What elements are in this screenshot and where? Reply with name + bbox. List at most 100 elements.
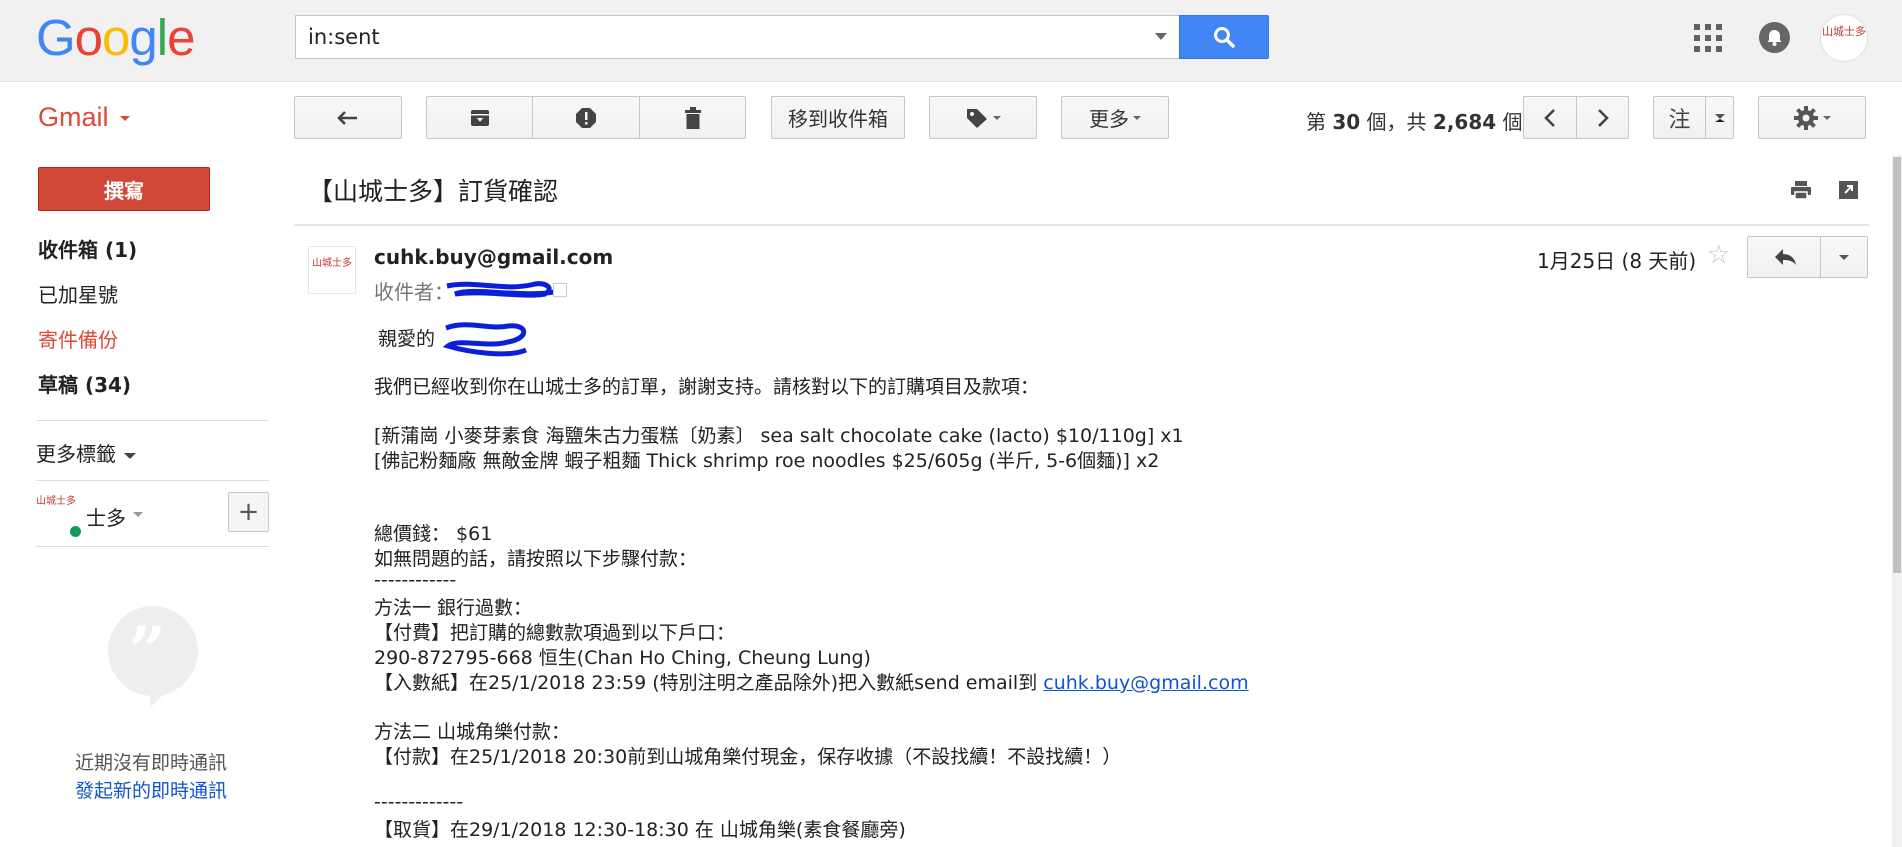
new-window-icon[interactable] bbox=[1838, 180, 1860, 200]
report-spam-icon bbox=[576, 107, 596, 128]
reply-button[interactable] bbox=[1747, 236, 1821, 278]
quote-mark-icon: ” bbox=[128, 612, 166, 690]
settings-gear-icon bbox=[1794, 105, 1818, 130]
logo-letter: g bbox=[129, 9, 157, 66]
pickup-line: 【取貨】在29/1/2018 12:30-18:30 在 山城角樂(素食餐廳旁) bbox=[374, 819, 906, 841]
hangouts-status-caret-icon[interactable] bbox=[133, 512, 143, 517]
redacted-name-scribble bbox=[442, 322, 528, 357]
labels-caret-icon bbox=[993, 115, 1001, 120]
newer-button[interactable] bbox=[1524, 97, 1576, 138]
sender-email[interactable]: cuhk.buy@gmail.com bbox=[374, 245, 613, 269]
counter-prefix: 第 bbox=[1306, 110, 1333, 134]
delete-button[interactable] bbox=[640, 97, 745, 138]
order-item-line: [佛記粉麵廠 無敵金牌 蝦子粗麵 Thick shrimp roe noodle… bbox=[374, 450, 1160, 472]
input-tools-dropdown[interactable] bbox=[1706, 97, 1734, 138]
more-labels-toggle[interactable]: 更多標籤 bbox=[36, 438, 136, 467]
move-to-inbox-button[interactable]: 移到收件箱 bbox=[771, 96, 905, 139]
recipient-line: 收件者： bbox=[374, 276, 454, 305]
input-tools-button[interactable]: 注 bbox=[1654, 97, 1705, 138]
message-counter: 第 30 個，共 2,684 個 bbox=[1306, 106, 1523, 135]
recipient-label: 收件者： bbox=[374, 280, 454, 304]
payment-intro-line: 如無問題的話，請按照以下步驟付款： bbox=[374, 548, 698, 570]
message-date: 1月25日 (8 天前) bbox=[1537, 249, 1697, 273]
separator-line: ------------ bbox=[374, 569, 457, 591]
chevron-right-icon bbox=[1598, 108, 1609, 127]
method-one-title: 方法一 銀行過數： bbox=[374, 597, 533, 619]
sender-avatar-text: 山城士多 bbox=[312, 258, 352, 269]
star-icon[interactable]: ☆ bbox=[1707, 240, 1730, 270]
deposit-slip-text: 【入數紙】在25/1/2018 23:59 (特別注明之產品除外)把入數紙sen… bbox=[374, 672, 1044, 694]
settings-caret-icon bbox=[1823, 115, 1831, 120]
no-recent-chats-text: 近期沒有即時通訊 bbox=[75, 752, 228, 774]
top-header: Google 山城士多 bbox=[0, 0, 1902, 82]
greeting-text: 親愛的 bbox=[378, 328, 436, 350]
sender-avatar: 山城士多 bbox=[308, 246, 356, 294]
compose-button[interactable]: 撰寫 bbox=[38, 167, 210, 211]
print-icon[interactable] bbox=[1790, 180, 1812, 200]
method-one-step: 【付費】把訂購的總數款項過到以下戶口： bbox=[374, 622, 736, 644]
gmail-caret-icon[interactable] bbox=[120, 116, 130, 121]
sidebar-divider bbox=[36, 546, 269, 547]
archive-button[interactable] bbox=[427, 97, 532, 138]
counter-suffix: 個 bbox=[1496, 110, 1523, 134]
subject-divider bbox=[294, 224, 1869, 226]
notifications-icon[interactable] bbox=[1759, 22, 1790, 53]
more-labels-label: 更多標籤 bbox=[36, 442, 116, 466]
back-button[interactable] bbox=[294, 96, 402, 139]
sidebar-divider bbox=[36, 420, 269, 421]
total-line: 總價錢： $61 bbox=[374, 523, 493, 545]
delete-icon bbox=[684, 106, 701, 129]
start-new-chat-link[interactable]: 發起新的即時通訊 bbox=[75, 776, 227, 803]
counter-total: 2,684 bbox=[1432, 110, 1497, 134]
google-logo[interactable]: Google bbox=[36, 9, 196, 66]
apps-grid-icon[interactable] bbox=[1694, 24, 1722, 52]
reply-more-options[interactable] bbox=[1821, 236, 1868, 278]
search-button[interactable] bbox=[1179, 15, 1269, 59]
report-spam-button[interactable] bbox=[533, 97, 639, 138]
message-subject: 【山城士多】訂貨確認 bbox=[308, 177, 559, 206]
more-caret-icon bbox=[1133, 115, 1141, 120]
sidebar-item-inbox[interactable]: 收件箱 (1) bbox=[38, 234, 137, 263]
archive-icon bbox=[470, 109, 489, 126]
sidebar-divider bbox=[36, 480, 269, 481]
settings-button[interactable] bbox=[1758, 96, 1866, 139]
method-two-step: 【付款】在25/1/2018 20:30前到山城角樂付現金，保存收據（不設找續！… bbox=[374, 746, 1122, 768]
gmail-label: Gmail bbox=[38, 102, 109, 132]
logo-letter: o bbox=[102, 9, 130, 66]
sidebar-item-drafts[interactable]: 草稿 (34) bbox=[38, 369, 131, 398]
logo-letter: o bbox=[74, 9, 103, 66]
email-link[interactable]: cuhk.buy@gmail.com bbox=[1043, 672, 1248, 694]
search-icon bbox=[1214, 27, 1235, 48]
reply-more-caret-icon bbox=[1839, 255, 1849, 260]
sidebar-item-sent[interactable]: 寄件備份 bbox=[38, 324, 118, 353]
search-input[interactable] bbox=[296, 16, 1136, 58]
back-arrow-icon bbox=[337, 110, 357, 125]
plus-icon: + bbox=[237, 497, 260, 527]
intro-line: 我們已經收到你在山城士多的訂單，謝謝支持。請核對以下的訂購項目及款項： bbox=[374, 376, 1040, 398]
older-button[interactable] bbox=[1577, 97, 1629, 138]
label-icon bbox=[967, 108, 987, 128]
hangouts-user-name[interactable]: 士多 bbox=[86, 502, 126, 531]
labels-button[interactable] bbox=[929, 96, 1037, 139]
recipient-details-caret-icon[interactable] bbox=[553, 283, 567, 297]
input-tools-label: 注 bbox=[1668, 107, 1691, 133]
counter-current: 30 bbox=[1332, 110, 1361, 134]
reply-icon bbox=[1775, 249, 1796, 265]
bank-account-line: 290-872795-668 恒生(Chan Ho Ching, Cheung … bbox=[374, 647, 871, 669]
new-hangout-button[interactable]: + bbox=[228, 492, 269, 532]
more-button[interactable]: 更多 bbox=[1061, 96, 1169, 139]
online-status-icon bbox=[68, 524, 83, 539]
greeting-line: 親愛的 bbox=[378, 324, 435, 351]
order-item-line: [新蒲崗 小麥芽素食 海鹽朱古力蛋糕〔奶素〕 sea salt chocolat… bbox=[374, 425, 1184, 447]
more-labels-caret-icon bbox=[124, 452, 136, 459]
scrollbar-thumb[interactable] bbox=[1893, 157, 1901, 573]
method-two-title: 方法二 山城角樂付款： bbox=[374, 721, 571, 743]
logo-letter: e bbox=[167, 9, 195, 66]
account-avatar[interactable]: 山城士多 bbox=[1820, 14, 1868, 62]
logo-letter: G bbox=[36, 9, 76, 66]
search-options-caret-icon[interactable] bbox=[1155, 33, 1167, 40]
counter-mid: 個，共 bbox=[1360, 110, 1433, 134]
gmail-menu[interactable]: Gmail bbox=[38, 102, 109, 133]
redacted-recipient-scribble bbox=[446, 281, 566, 298]
sidebar-item-starred[interactable]: 已加星號 bbox=[38, 279, 118, 308]
